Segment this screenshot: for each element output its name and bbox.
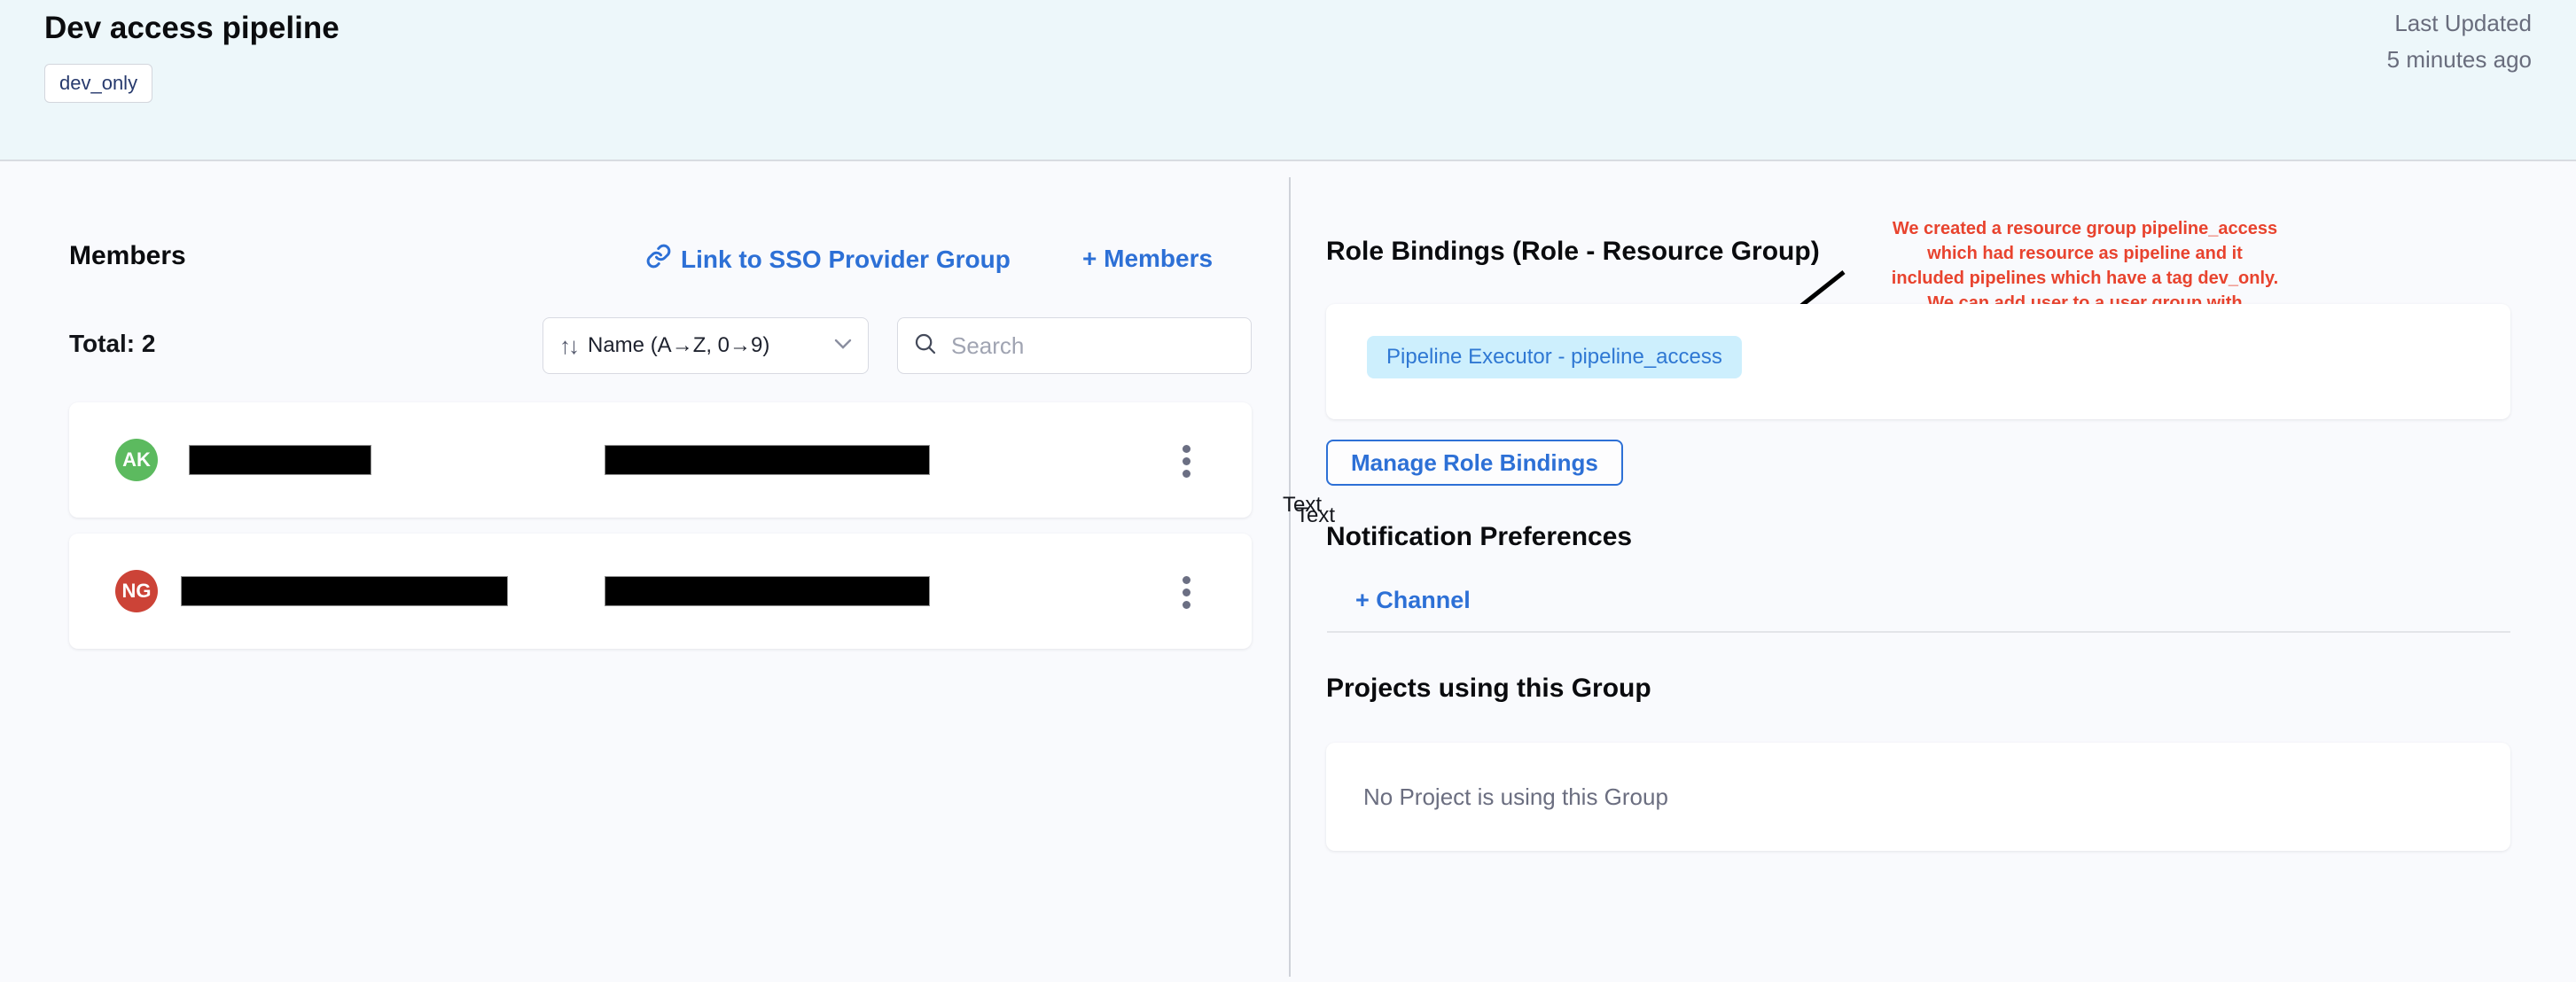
sort-dropdown[interactable]: ↑↓ Name (A→Z, 0→9) — [543, 317, 869, 374]
link-sso-label: Link to SSO Provider Group — [681, 246, 1011, 274]
member-options-kebab-icon[interactable] — [1168, 574, 1204, 610]
column-divider — [1289, 177, 1291, 977]
member-row: NG — [69, 534, 1252, 649]
redacted-member-email — [605, 445, 930, 475]
last-updated-value: 5 minutes ago — [2387, 42, 2532, 78]
avatar: NG — [115, 570, 158, 612]
notification-preferences-heading: Notification Preferences — [1326, 522, 1632, 552]
group-tag-badge: dev_only — [44, 64, 152, 103]
add-members-button[interactable]: + Members — [1082, 245, 1213, 273]
last-updated-label: Last Updated — [2387, 5, 2532, 42]
link-sso-provider-group-button[interactable]: Link to SSO Provider Group — [645, 243, 1011, 276]
redacted-member-name — [181, 576, 508, 606]
projects-empty-message: No Project is using this Group — [1363, 783, 1668, 811]
sort-selected-value: Name (A→Z, 0→9) — [588, 333, 824, 358]
role-binding-chip[interactable]: Pipeline Executor - pipeline_access — [1367, 336, 1742, 378]
members-heading: Members — [69, 241, 186, 271]
user-group-detail-page: Dev access pipeline dev_only Last Update… — [0, 0, 2576, 982]
redacted-member-name — [189, 445, 371, 475]
projects-heading: Projects using this Group — [1326, 674, 1651, 704]
search-input[interactable] — [951, 332, 1237, 360]
member-row: AK — [69, 402, 1252, 518]
sort-arrows-icon: ↑↓ — [559, 332, 577, 360]
link-icon — [645, 243, 672, 276]
members-total: Total: 2 — [69, 330, 155, 358]
member-options-kebab-icon[interactable] — [1168, 443, 1204, 479]
avatar: AK — [115, 439, 158, 481]
projects-card: No Project is using this Group — [1326, 743, 2510, 851]
page-title: Dev access pipeline — [44, 11, 340, 46]
add-channel-button[interactable]: + Channel — [1355, 587, 1471, 614]
page-header: Dev access pipeline dev_only Last Update… — [0, 0, 2576, 161]
manage-role-bindings-button[interactable]: Manage Role Bindings — [1326, 440, 1623, 486]
search-icon — [912, 331, 939, 362]
chevron-down-icon — [834, 338, 852, 354]
section-divider — [1327, 631, 2510, 633]
redacted-member-email — [605, 576, 930, 606]
search-box — [897, 317, 1252, 374]
last-updated: Last Updated 5 minutes ago — [2387, 5, 2532, 78]
role-bindings-card: Pipeline Executor - pipeline_access — [1326, 304, 2510, 419]
